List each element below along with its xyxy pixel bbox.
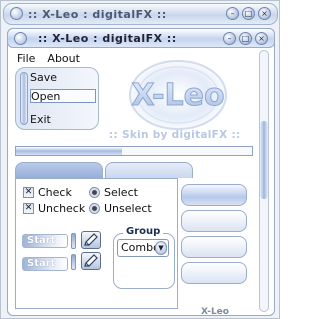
inner-system-menu-icon[interactable] (14, 32, 27, 45)
side-button-1[interactable] (181, 184, 247, 206)
checkbox-uncheck[interactable]: ✕ (23, 203, 34, 214)
tool-button-1[interactable] (81, 231, 101, 249)
inner-maximize-button[interactable]: □ (239, 32, 252, 45)
start-button-2[interactable]: Start (22, 257, 68, 271)
outer-title-buttons: – □ × (226, 7, 271, 20)
radio-select[interactable] (89, 187, 100, 198)
scroll-thumb[interactable] (260, 121, 268, 199)
tab-1[interactable] (15, 162, 103, 178)
check-label: Check (38, 186, 72, 199)
side-button-2[interactable] (181, 210, 247, 232)
checkbox-check[interactable]: ✕ (23, 187, 34, 198)
unselect-label: Unselect (104, 202, 152, 215)
unselect-radio-option[interactable]: Unselect (89, 202, 152, 215)
select-radio-option[interactable]: Select (89, 186, 138, 199)
menu-about[interactable]: About (45, 52, 82, 65)
inner-title-bar[interactable]: :: X-Leo : digitalFX :: – □ × (7, 28, 275, 48)
group-legend: Group (123, 226, 164, 237)
outer-maximize-button[interactable]: □ (242, 7, 255, 20)
progress-bar (15, 146, 253, 156)
outer-minimize-button[interactable]: – (226, 7, 239, 20)
pencil-icon (84, 233, 98, 246)
side-button-3[interactable] (181, 236, 247, 258)
list-box[interactable]: Save Open Exit (15, 67, 99, 130)
outer-title-bar[interactable]: :: X-Leo : digitalFX :: – □ × (3, 3, 278, 25)
menu-bar: File About (15, 52, 82, 65)
list-item-exit[interactable]: Exit (30, 113, 96, 127)
system-menu-icon[interactable] (10, 7, 23, 20)
radio-unselect[interactable] (89, 203, 100, 214)
tab-2[interactable] (105, 162, 193, 178)
list-scroll-handle[interactable] (20, 72, 28, 125)
vertical-scrollbar[interactable] (259, 50, 269, 312)
app-frame: :: X-Leo : digitalFX :: – □ × :: X-Leo :… (0, 0, 280, 319)
start-button-1[interactable]: Start (22, 234, 68, 248)
mini-scroll-2[interactable] (71, 254, 76, 270)
tab-strip (15, 162, 195, 178)
tool-button-2[interactable] (81, 252, 101, 270)
skin-caption: :: Skin by digitalFX :: (109, 129, 241, 141)
progress-fill (16, 147, 123, 155)
check-option[interactable]: ✕ Check (23, 186, 72, 199)
xleo-logo: X-Leo (129, 60, 227, 130)
status-text: X-Leo (201, 307, 229, 317)
outer-window-title: :: X-Leo : digitalFX :: (28, 8, 167, 21)
uncheck-label: Uncheck (38, 202, 86, 215)
logo-text: X-Leo (131, 78, 224, 113)
uncheck-option[interactable]: ✕ Uncheck (23, 202, 85, 215)
list-item-open[interactable]: Open (30, 89, 96, 103)
inner-minimize-button[interactable]: – (223, 32, 236, 45)
menu-file[interactable]: File (15, 52, 37, 65)
inner-title-buttons: – □ × (223, 32, 268, 45)
list-item-save[interactable]: Save (30, 71, 96, 85)
select-label: Select (104, 186, 138, 199)
inner-close-button[interactable]: × (255, 32, 268, 45)
outer-close-button[interactable]: × (258, 7, 271, 20)
inner-window-title: :: X-Leo : digitalFX :: (38, 32, 177, 45)
mini-scroll-1[interactable] (71, 233, 76, 249)
chevron-down-icon[interactable]: ▼ (155, 241, 167, 255)
combo-box[interactable]: Combo ▼ (117, 239, 169, 257)
side-button-4[interactable] (181, 262, 247, 284)
pencil-icon (84, 254, 98, 267)
